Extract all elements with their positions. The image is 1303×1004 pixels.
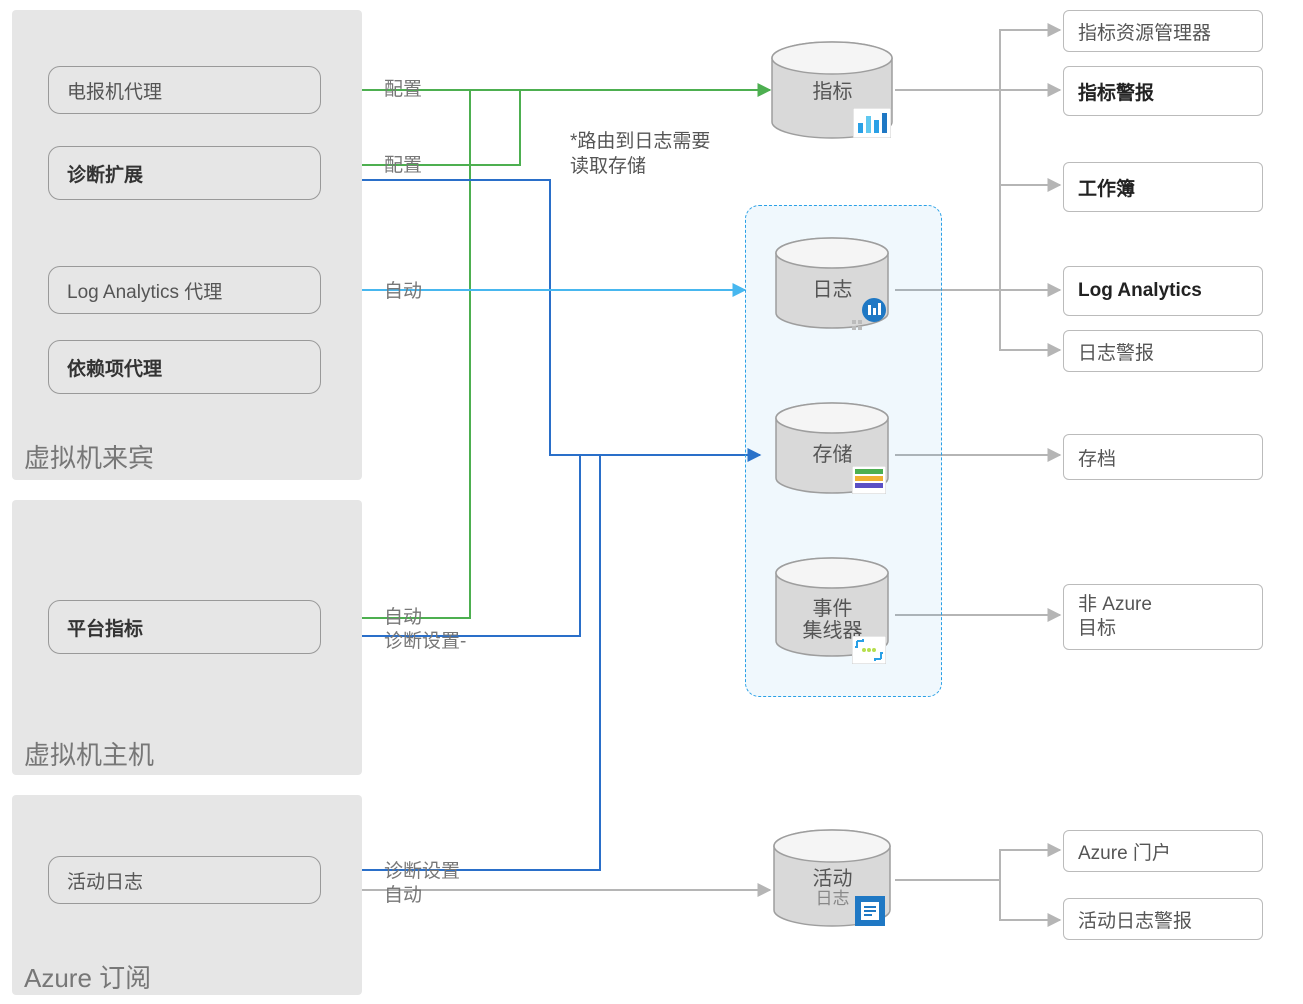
cyl-label-storage: 存储 — [770, 438, 895, 467]
cyl-label-metrics: 指标 — [770, 75, 895, 104]
panel-title-sub: Azure 订阅 — [24, 958, 151, 995]
source-diag-ext: 诊断扩展 — [48, 146, 321, 200]
source-label: 电报机代理 — [67, 77, 162, 104]
logs-icon — [850, 298, 886, 334]
source-label: Log Analytics 代理 — [67, 277, 222, 304]
dest-log-analytics: Log Analytics — [1063, 266, 1263, 316]
dest-metric-alerts: 指标警报 — [1063, 66, 1263, 116]
route-note-line2: 读取存储 — [570, 156, 646, 177]
source-label: 诊断扩展 — [67, 160, 143, 187]
edge-label-act-auto: 自动 — [384, 880, 422, 907]
source-activity-log: 活动日志 — [48, 856, 321, 904]
dest-label: 活动日志警报 — [1078, 906, 1192, 933]
dest-archive: 存档 — [1063, 434, 1263, 480]
metrics-chart-icon — [853, 108, 891, 138]
edge-label-la-auto: 自动 — [384, 276, 422, 303]
dest-workbooks: 工作簿 — [1063, 162, 1263, 212]
source-label: 活动日志 — [67, 867, 143, 894]
activity-icon — [855, 896, 885, 926]
dest-log-alerts: 日志警报 — [1063, 330, 1263, 372]
edge-label-diagext-cfg: 配置 — [384, 150, 422, 177]
eventhub-icon — [852, 636, 886, 664]
route-note-line1: *路由到日志需要 — [570, 131, 710, 152]
source-la-agent: Log Analytics 代理 — [48, 266, 321, 314]
dest-label: Azure 门户 — [1078, 838, 1171, 865]
source-dep-agent: 依赖项代理 — [48, 340, 321, 394]
dest-label: 指标警报 — [1078, 78, 1154, 105]
dest-label: 指标资源管理器 — [1078, 18, 1211, 45]
dest-label: 日志警报 — [1078, 338, 1154, 365]
dest-label: Log Analytics — [1078, 280, 1202, 302]
storage-icon — [852, 466, 886, 494]
dest-non-azure: 非 Azure 目标 — [1063, 584, 1263, 650]
dest-label: 工作簿 — [1078, 174, 1135, 201]
source-label: 依赖项代理 — [67, 354, 162, 381]
dest-metrics-explorer: 指标资源管理器 — [1063, 10, 1263, 52]
edge-label-act-diag: 诊断设置 — [384, 856, 460, 883]
source-label: 平台指标 — [67, 614, 143, 641]
edge-label-plat-diag: 诊断设置- — [384, 626, 466, 653]
source-platform-metrics: 平台指标 — [48, 600, 321, 654]
panel-title-host: 虚拟机主机 — [24, 735, 154, 772]
source-telegraf: 电报机代理 — [48, 66, 321, 114]
dest-activity-alerts: 活动日志警报 — [1063, 898, 1263, 940]
dest-label: 非 Azure 目标 — [1078, 593, 1152, 641]
panel-title-guest: 虚拟机来宾 — [24, 438, 154, 475]
dest-label: 存档 — [1078, 444, 1116, 471]
edge-label-plat-auto: 自动 — [384, 602, 422, 629]
route-note: *路由到日志需要 读取存储 — [570, 130, 710, 179]
azure-monitoring-diagram: 虚拟机来宾 虚拟机主机 Azure 订阅 电报机代理 诊断扩展 Log Anal… — [0, 0, 1303, 1004]
edge-label-telegraf-cfg: 配置 — [384, 74, 422, 101]
dest-azure-portal: Azure 门户 — [1063, 830, 1263, 872]
